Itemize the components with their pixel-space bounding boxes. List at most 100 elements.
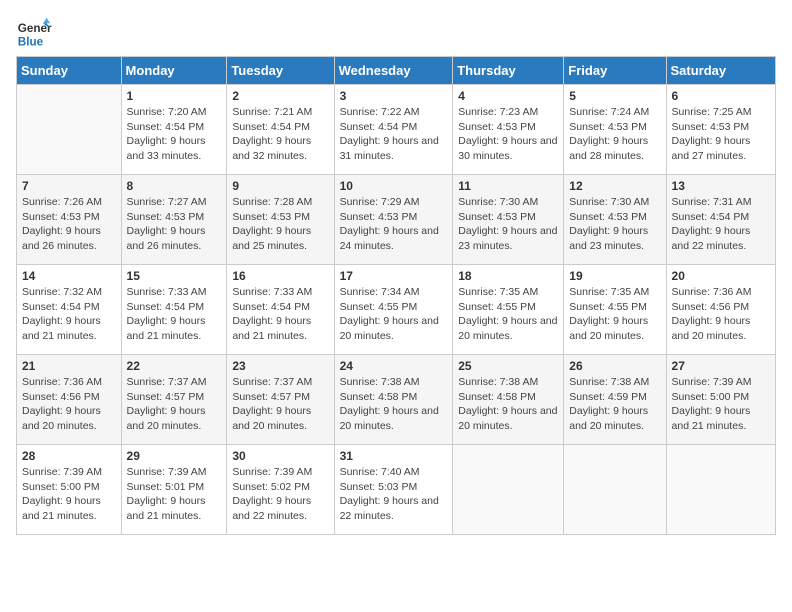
calendar-cell bbox=[666, 445, 775, 535]
day-number: 16 bbox=[232, 269, 328, 283]
day-number: 25 bbox=[458, 359, 558, 373]
calendar-cell: 21 Sunrise: 7:36 AMSunset: 4:56 PMDaylig… bbox=[17, 355, 122, 445]
calendar-cell: 13 Sunrise: 7:31 AMSunset: 4:54 PMDaylig… bbox=[666, 175, 775, 265]
calendar-cell: 2 Sunrise: 7:21 AMSunset: 4:54 PMDayligh… bbox=[227, 85, 334, 175]
day-info: Sunrise: 7:39 AMSunset: 5:00 PMDaylight:… bbox=[672, 375, 770, 434]
day-info: Sunrise: 7:39 AMSunset: 5:00 PMDaylight:… bbox=[22, 465, 116, 524]
calendar-cell bbox=[564, 445, 666, 535]
day-info: Sunrise: 7:39 AMSunset: 5:01 PMDaylight:… bbox=[127, 465, 222, 524]
day-number: 24 bbox=[340, 359, 448, 373]
day-number: 15 bbox=[127, 269, 222, 283]
day-number: 28 bbox=[22, 449, 116, 463]
day-info: Sunrise: 7:30 AMSunset: 4:53 PMDaylight:… bbox=[458, 195, 558, 254]
day-number: 31 bbox=[340, 449, 448, 463]
calendar-cell: 1 Sunrise: 7:20 AMSunset: 4:54 PMDayligh… bbox=[121, 85, 227, 175]
header-friday: Friday bbox=[564, 57, 666, 85]
calendar-cell: 28 Sunrise: 7:39 AMSunset: 5:00 PMDaylig… bbox=[17, 445, 122, 535]
day-number: 4 bbox=[458, 89, 558, 103]
calendar-cell bbox=[17, 85, 122, 175]
calendar-cell: 10 Sunrise: 7:29 AMSunset: 4:53 PMDaylig… bbox=[334, 175, 453, 265]
calendar-cell: 8 Sunrise: 7:27 AMSunset: 4:53 PMDayligh… bbox=[121, 175, 227, 265]
calendar-cell: 23 Sunrise: 7:37 AMSunset: 4:57 PMDaylig… bbox=[227, 355, 334, 445]
calendar-cell: 12 Sunrise: 7:30 AMSunset: 4:53 PMDaylig… bbox=[564, 175, 666, 265]
day-info: Sunrise: 7:23 AMSunset: 4:53 PMDaylight:… bbox=[458, 105, 558, 164]
day-info: Sunrise: 7:40 AMSunset: 5:03 PMDaylight:… bbox=[340, 465, 448, 524]
day-info: Sunrise: 7:36 AMSunset: 4:56 PMDaylight:… bbox=[22, 375, 116, 434]
calendar-cell: 3 Sunrise: 7:22 AMSunset: 4:54 PMDayligh… bbox=[334, 85, 453, 175]
svg-text:Blue: Blue bbox=[18, 36, 44, 49]
page-header: General Blue bbox=[16, 16, 776, 52]
calendar-cell: 15 Sunrise: 7:33 AMSunset: 4:54 PMDaylig… bbox=[121, 265, 227, 355]
calendar-cell: 26 Sunrise: 7:38 AMSunset: 4:59 PMDaylig… bbox=[564, 355, 666, 445]
day-info: Sunrise: 7:34 AMSunset: 4:55 PMDaylight:… bbox=[340, 285, 448, 344]
header-sunday: Sunday bbox=[17, 57, 122, 85]
day-info: Sunrise: 7:36 AMSunset: 4:56 PMDaylight:… bbox=[672, 285, 770, 344]
calendar-cell: 30 Sunrise: 7:39 AMSunset: 5:02 PMDaylig… bbox=[227, 445, 334, 535]
day-info: Sunrise: 7:22 AMSunset: 4:54 PMDaylight:… bbox=[340, 105, 448, 164]
week-row-1: 1 Sunrise: 7:20 AMSunset: 4:54 PMDayligh… bbox=[17, 85, 776, 175]
day-number: 27 bbox=[672, 359, 770, 373]
day-number: 3 bbox=[340, 89, 448, 103]
day-info: Sunrise: 7:38 AMSunset: 4:58 PMDaylight:… bbox=[458, 375, 558, 434]
day-number: 23 bbox=[232, 359, 328, 373]
day-info: Sunrise: 7:35 AMSunset: 4:55 PMDaylight:… bbox=[569, 285, 660, 344]
calendar-cell: 9 Sunrise: 7:28 AMSunset: 4:53 PMDayligh… bbox=[227, 175, 334, 265]
week-row-3: 14 Sunrise: 7:32 AMSunset: 4:54 PMDaylig… bbox=[17, 265, 776, 355]
day-info: Sunrise: 7:39 AMSunset: 5:02 PMDaylight:… bbox=[232, 465, 328, 524]
logo-icon: General Blue bbox=[16, 16, 52, 52]
day-number: 26 bbox=[569, 359, 660, 373]
day-number: 20 bbox=[672, 269, 770, 283]
day-number: 17 bbox=[340, 269, 448, 283]
calendar-cell: 6 Sunrise: 7:25 AMSunset: 4:53 PMDayligh… bbox=[666, 85, 775, 175]
day-number: 18 bbox=[458, 269, 558, 283]
header-tuesday: Tuesday bbox=[227, 57, 334, 85]
calendar-cell: 24 Sunrise: 7:38 AMSunset: 4:58 PMDaylig… bbox=[334, 355, 453, 445]
week-row-2: 7 Sunrise: 7:26 AMSunset: 4:53 PMDayligh… bbox=[17, 175, 776, 265]
day-number: 21 bbox=[22, 359, 116, 373]
day-number: 1 bbox=[127, 89, 222, 103]
day-info: Sunrise: 7:29 AMSunset: 4:53 PMDaylight:… bbox=[340, 195, 448, 254]
day-number: 13 bbox=[672, 179, 770, 193]
day-info: Sunrise: 7:38 AMSunset: 4:58 PMDaylight:… bbox=[340, 375, 448, 434]
day-number: 11 bbox=[458, 179, 558, 193]
calendar-cell: 18 Sunrise: 7:35 AMSunset: 4:55 PMDaylig… bbox=[453, 265, 564, 355]
calendar-cell: 22 Sunrise: 7:37 AMSunset: 4:57 PMDaylig… bbox=[121, 355, 227, 445]
day-info: Sunrise: 7:37 AMSunset: 4:57 PMDaylight:… bbox=[127, 375, 222, 434]
day-info: Sunrise: 7:25 AMSunset: 4:53 PMDaylight:… bbox=[672, 105, 770, 164]
day-number: 7 bbox=[22, 179, 116, 193]
day-info: Sunrise: 7:33 AMSunset: 4:54 PMDaylight:… bbox=[127, 285, 222, 344]
logo: General Blue bbox=[16, 16, 52, 52]
day-info: Sunrise: 7:30 AMSunset: 4:53 PMDaylight:… bbox=[569, 195, 660, 254]
day-info: Sunrise: 7:27 AMSunset: 4:53 PMDaylight:… bbox=[127, 195, 222, 254]
day-info: Sunrise: 7:32 AMSunset: 4:54 PMDaylight:… bbox=[22, 285, 116, 344]
header-saturday: Saturday bbox=[666, 57, 775, 85]
day-info: Sunrise: 7:35 AMSunset: 4:55 PMDaylight:… bbox=[458, 285, 558, 344]
calendar-header-row: SundayMondayTuesdayWednesdayThursdayFrid… bbox=[17, 57, 776, 85]
calendar-cell: 25 Sunrise: 7:38 AMSunset: 4:58 PMDaylig… bbox=[453, 355, 564, 445]
day-info: Sunrise: 7:33 AMSunset: 4:54 PMDaylight:… bbox=[232, 285, 328, 344]
day-info: Sunrise: 7:28 AMSunset: 4:53 PMDaylight:… bbox=[232, 195, 328, 254]
header-thursday: Thursday bbox=[453, 57, 564, 85]
day-info: Sunrise: 7:24 AMSunset: 4:53 PMDaylight:… bbox=[569, 105, 660, 164]
week-row-5: 28 Sunrise: 7:39 AMSunset: 5:00 PMDaylig… bbox=[17, 445, 776, 535]
calendar-table: SundayMondayTuesdayWednesdayThursdayFrid… bbox=[16, 56, 776, 535]
day-number: 5 bbox=[569, 89, 660, 103]
day-info: Sunrise: 7:38 AMSunset: 4:59 PMDaylight:… bbox=[569, 375, 660, 434]
day-number: 9 bbox=[232, 179, 328, 193]
day-info: Sunrise: 7:26 AMSunset: 4:53 PMDaylight:… bbox=[22, 195, 116, 254]
day-number: 19 bbox=[569, 269, 660, 283]
day-number: 22 bbox=[127, 359, 222, 373]
calendar-cell: 29 Sunrise: 7:39 AMSunset: 5:01 PMDaylig… bbox=[121, 445, 227, 535]
day-info: Sunrise: 7:31 AMSunset: 4:54 PMDaylight:… bbox=[672, 195, 770, 254]
calendar-cell: 31 Sunrise: 7:40 AMSunset: 5:03 PMDaylig… bbox=[334, 445, 453, 535]
calendar-cell: 17 Sunrise: 7:34 AMSunset: 4:55 PMDaylig… bbox=[334, 265, 453, 355]
calendar-cell: 4 Sunrise: 7:23 AMSunset: 4:53 PMDayligh… bbox=[453, 85, 564, 175]
day-info: Sunrise: 7:21 AMSunset: 4:54 PMDaylight:… bbox=[232, 105, 328, 164]
calendar-cell: 16 Sunrise: 7:33 AMSunset: 4:54 PMDaylig… bbox=[227, 265, 334, 355]
calendar-cell: 5 Sunrise: 7:24 AMSunset: 4:53 PMDayligh… bbox=[564, 85, 666, 175]
calendar-cell: 11 Sunrise: 7:30 AMSunset: 4:53 PMDaylig… bbox=[453, 175, 564, 265]
header-monday: Monday bbox=[121, 57, 227, 85]
header-wednesday: Wednesday bbox=[334, 57, 453, 85]
calendar-cell: 20 Sunrise: 7:36 AMSunset: 4:56 PMDaylig… bbox=[666, 265, 775, 355]
day-number: 12 bbox=[569, 179, 660, 193]
